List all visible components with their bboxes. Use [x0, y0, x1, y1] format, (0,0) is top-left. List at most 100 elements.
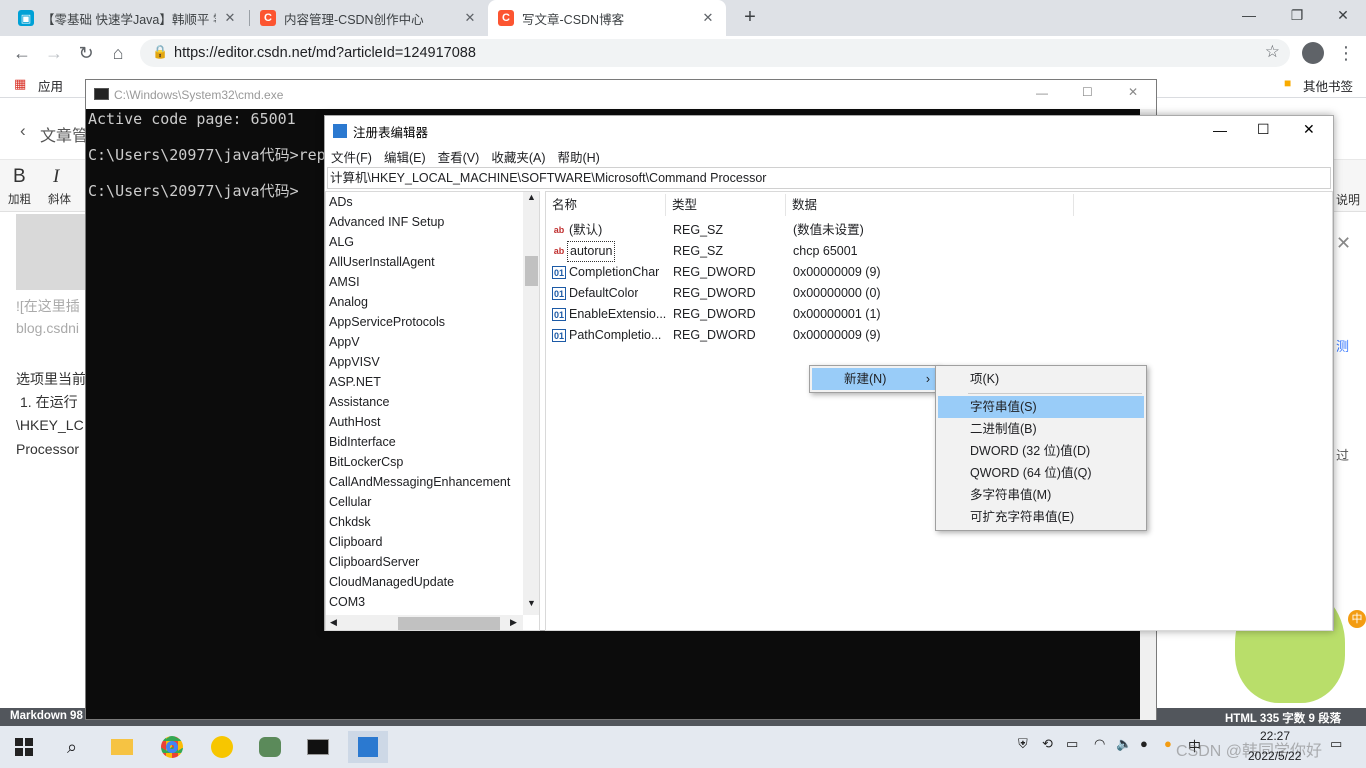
wifi-icon[interactable]: ◠ [1094, 736, 1105, 752]
menu-item-new[interactable]: 新建(N) › [812, 368, 936, 390]
profile-icon[interactable] [1302, 42, 1324, 64]
tree-item[interactable]: Chkdsk [329, 512, 371, 532]
tree-item[interactable]: Analog [329, 292, 368, 312]
close-icon[interactable]: ✕ [1128, 85, 1138, 99]
cmd-taskbar-icon[interactable] [298, 731, 338, 763]
scroll-thumb[interactable] [398, 617, 500, 630]
menu-view[interactable]: 查看(V) [438, 147, 480, 166]
menu-item-binary-value[interactable]: 二进制值(B) [938, 418, 1144, 440]
column-header-name[interactable]: 名称 [546, 194, 666, 216]
game-app-icon[interactable] [250, 731, 290, 763]
file-explorer-icon[interactable] [102, 731, 142, 763]
menu-item-string-value[interactable]: 字符串值(S) [938, 396, 1144, 418]
value-row[interactable]: 01 EnableExtensio... REG_DWORD 0x0000000… [546, 304, 1326, 325]
close-icon[interactable]: ✕ [1336, 233, 1351, 254]
column-header-type[interactable]: 类型 [666, 194, 786, 216]
scroll-down-icon[interactable]: ▼ [527, 598, 536, 608]
tree-item[interactable]: AppV [329, 332, 360, 352]
more-menu-icon[interactable]: ⋮ [1334, 41, 1358, 65]
close-icon[interactable]: ✕ [700, 10, 716, 26]
close-icon[interactable]: ✕ [222, 10, 238, 26]
maximize-icon[interactable]: ☐ [1082, 85, 1093, 99]
network-icon[interactable]: ⟲ [1042, 736, 1053, 752]
tree-item[interactable]: ClipboardServer [329, 552, 419, 572]
close-icon[interactable]: ✕ [1303, 121, 1315, 138]
menu-item-key[interactable]: 项(K) [938, 368, 1144, 390]
scroll-left-icon[interactable]: ◀ [330, 617, 337, 628]
menu-file[interactable]: 文件(F) [331, 147, 372, 166]
tree-horizontal-scrollbar[interactable]: ◀ ▶ [326, 615, 523, 630]
notification-icon[interactable]: ▭ [1330, 736, 1342, 752]
windows-start-icon[interactable] [4, 731, 44, 763]
menu-help[interactable]: 帮助(H) [557, 147, 599, 166]
column-header-data[interactable]: 数据 [786, 194, 1074, 216]
tree-item[interactable]: Clipboard [329, 532, 383, 552]
menu-edit[interactable]: 编辑(E) [384, 147, 426, 166]
clock-date[interactable]: 2022/5/22 [1248, 749, 1301, 763]
menu-item-qword-value[interactable]: QWORD (64 位)值(Q) [938, 462, 1144, 484]
value-row[interactable]: 01 PathCompletio... REG_DWORD 0x00000009… [546, 325, 1326, 346]
scroll-thumb[interactable] [525, 256, 538, 286]
minimize-icon[interactable]: — [1213, 122, 1227, 138]
value-row[interactable]: ab (默认) REG_SZ (数值未设置) [546, 220, 1326, 241]
tree-item[interactable]: AllUserInstallAgent [329, 252, 435, 272]
italic-icon[interactable]: I [53, 166, 59, 188]
tree-item[interactable]: BitLockerCsp [329, 452, 403, 472]
registry-path-bar[interactable]: 计算机\HKEY_LOCAL_MACHINE\SOFTWARE\Microsof… [327, 167, 1331, 189]
registry-key-tree[interactable]: ADs Advanced INF Setup ALG AllUserInstal… [325, 191, 540, 631]
clock-time[interactable]: 22:27 [1260, 729, 1290, 743]
volume-icon[interactable]: 🔈 [1116, 736, 1132, 752]
reload-icon[interactable]: ↻ [74, 41, 98, 65]
tree-item[interactable]: AppVISV [329, 352, 380, 372]
restore-icon[interactable]: ❐ [1274, 0, 1320, 30]
apps-grid-icon[interactable]: ▦ [14, 76, 26, 92]
tree-item[interactable]: CallAndMessagingEnhancement [329, 472, 510, 492]
regedit-titlebar[interactable]: 注册表编辑器 — ☐ ✕ [325, 116, 1333, 146]
back-arrow-icon[interactable]: ← [10, 41, 34, 65]
menu-favorites[interactable]: 收藏夹(A) [491, 147, 545, 166]
tree-item[interactable]: Advanced INF Setup [329, 212, 444, 232]
back-icon[interactable]: ‹ [20, 121, 26, 141]
minimize-icon[interactable]: — [1226, 0, 1272, 30]
menu-item-dword-value[interactable]: DWORD (32 位)值(D) [938, 440, 1144, 462]
tab-bilibili[interactable]: ▣ 【零基础 快速学Java】韩顺平 零 ✕ [8, 0, 248, 36]
menu-item-multi-string-value[interactable]: 多字符串值(M) [938, 484, 1144, 506]
search-icon[interactable]: ⌕ [52, 731, 92, 763]
address-bar[interactable]: 🔒 https://editor.csdn.net/md?articleId=1… [140, 39, 1290, 67]
forward-arrow-icon[interactable]: → [42, 41, 66, 65]
bold-icon[interactable]: B [13, 166, 26, 188]
tree-item[interactable]: ADs [329, 192, 353, 212]
minimize-icon[interactable]: — [1036, 86, 1048, 100]
scroll-right-icon[interactable]: ▶ [510, 617, 517, 628]
value-row[interactable]: 01 DefaultColor REG_DWORD 0x00000000 (0) [546, 283, 1326, 304]
value-row[interactable]: 01 CompletionChar REG_DWORD 0x00000009 (… [546, 262, 1326, 283]
tree-item[interactable]: ALG [329, 232, 354, 252]
new-tab-button[interactable]: + [738, 5, 762, 29]
music-app-icon[interactable] [202, 731, 242, 763]
value-row[interactable]: ab autorun REG_SZ chcp 65001 [546, 241, 1326, 262]
ime-badge[interactable]: 中 [1348, 610, 1366, 628]
tree-item[interactable]: AMSI [329, 272, 360, 292]
tree-vertical-scrollbar[interactable]: ▲ ▼ [523, 192, 539, 615]
home-icon[interactable]: ⌂ [106, 41, 130, 65]
scroll-up-icon[interactable]: ▲ [527, 192, 536, 202]
tree-item[interactable]: ASP.NET [329, 372, 381, 392]
tree-item[interactable]: AppServiceProtocols [329, 312, 445, 332]
bookmark-other[interactable]: 其他书签 [1303, 76, 1353, 95]
menu-item-expandable-string-value[interactable]: 可扩充字符串值(E) [938, 506, 1144, 528]
tab-csdn-content[interactable]: C 内容管理-CSDN创作中心 ✕ [250, 0, 488, 36]
tree-item[interactable]: BidInterface [329, 432, 396, 452]
close-icon[interactable]: ✕ [462, 10, 478, 26]
tree-item[interactable]: COM3 [329, 592, 365, 612]
chrome-icon[interactable] [152, 731, 192, 763]
tab-csdn-write[interactable]: C 写文章-CSDN博客 ✕ [488, 0, 726, 36]
regedit-taskbar-icon[interactable] [348, 731, 388, 763]
tree-item[interactable]: CloudManagedUpdate [329, 572, 454, 592]
bookmark-star-icon[interactable]: ☆ [1265, 42, 1280, 62]
battery-icon[interactable]: ▭ [1066, 736, 1078, 752]
article-manage-link[interactable]: 文章管 [40, 122, 88, 146]
shield-icon[interactable]: ⛨ [1018, 736, 1028, 752]
tray-app-icon[interactable]: ● [1164, 736, 1172, 751]
tree-item[interactable]: AuthHost [329, 412, 380, 432]
tree-item[interactable]: Assistance [329, 392, 389, 412]
